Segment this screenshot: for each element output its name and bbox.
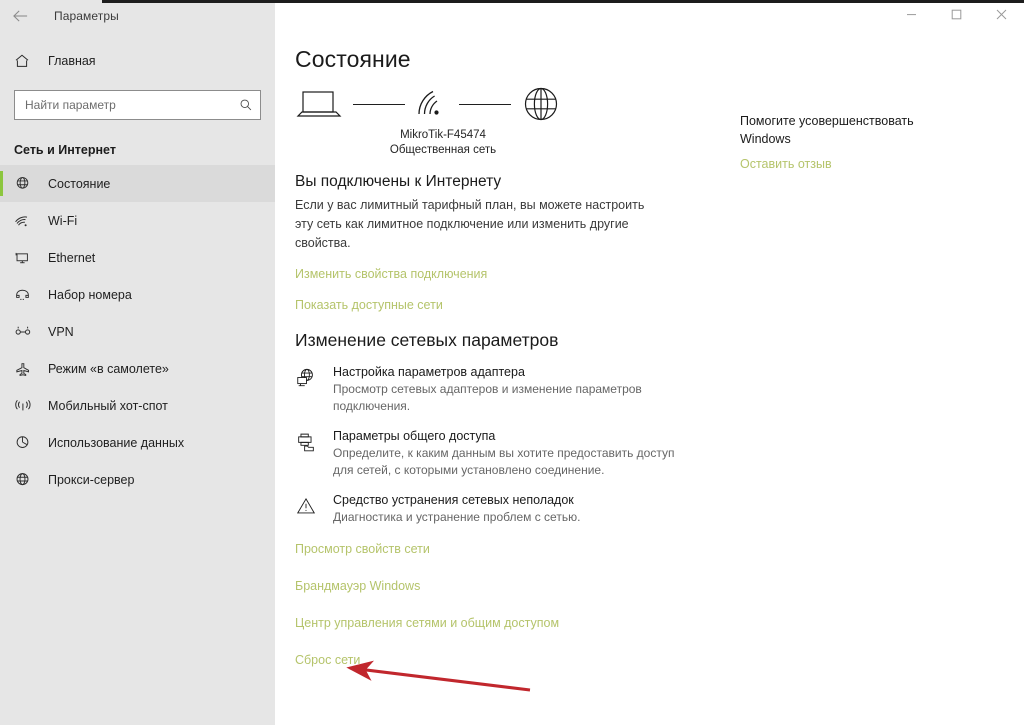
main-column: Состояние MikroTik-F45474 Общественная с… [275,32,705,725]
proxy-globe-icon [14,471,44,488]
minimize-button[interactable] [889,0,934,29]
link-network-reset[interactable]: Сброс сети [295,653,360,667]
sidebar-item-vpn[interactable]: VPN [0,313,275,350]
sidebar-item-label: Использование данных [48,435,185,450]
network-name: MikroTik-F45474 [400,129,486,141]
diagram-caption: MikroTik-F45474 Общественная сеть [343,128,543,158]
setting-adapter-options[interactable]: Настройка параметров адаптера Просмотр с… [295,365,705,415]
diagram-connector-right [459,103,511,105]
close-button[interactable] [979,0,1024,29]
sidebar-item-label: VPN [48,324,74,339]
link-windows-firewall[interactable]: Брандмауэр Windows [295,579,420,593]
sidebar-nav-list: Состояние Wi-Fi Ethernet Набор номера VP… [0,165,275,498]
link-network-sharing-center[interactable]: Центр управления сетями и общим доступом [295,616,559,630]
sidebar-item-data-usage[interactable]: Использование данных [0,424,275,461]
adapter-globe-icon [295,365,333,415]
sidebar-item-label: Набор номера [48,287,132,302]
sidebar-item-airplane-mode[interactable]: Режим «в самолете» [0,350,275,387]
sidebar-item-label: Режим «в самолете» [48,361,169,376]
back-arrow-icon[interactable] [0,0,40,32]
title-bar: Параметры [0,0,1024,32]
globe-icon [521,84,561,124]
sidebar-item-dialup[interactable]: Набор номера [0,276,275,313]
feedback-panel: Помогите усовершенствовать Windows Остав… [705,32,1024,725]
sidebar-item-label: Состояние [48,176,111,191]
search-input[interactable] [15,91,232,119]
sidebar-item-home[interactable]: Главная [0,44,275,78]
window-top-edge [102,0,1024,3]
maximize-button[interactable] [934,0,979,29]
connection-status-description: Если у вас лимитный тарифный план, вы мо… [295,198,645,250]
sharing-printer-icon [295,429,333,479]
dialup-phone-icon [14,287,44,303]
link-view-network-properties[interactable]: Просмотр свойств сети [295,542,430,556]
app-title: Параметры [54,9,119,23]
sidebar-item-label: Мобильный хот-спот [48,398,168,413]
sidebar-home-label: Главная [48,54,96,68]
wifi-icon [14,213,44,229]
setting-title: Параметры общего доступа [333,429,496,443]
connection-status-heading: Вы подключены к Интернету [295,173,502,190]
settings-window: Главная Сеть и Интернет [0,0,1024,725]
page-title: Состояние [295,46,411,72]
main-content: Состояние MikroTik-F45474 Общественная с… [275,0,1024,725]
window-controls [275,0,1024,32]
globe-status-icon [14,175,44,192]
setting-description: Определите, к каким данным вы хотите пре… [333,446,675,477]
bottom-links: Просмотр свойств сети Брандмауэр Windows… [295,542,705,667]
feedback-heading: Помогите усовершенствовать Windows [740,114,914,146]
title-bar-left: Параметры [0,0,275,32]
sidebar-item-ethernet[interactable]: Ethernet [0,239,275,276]
sidebar-item-proxy[interactable]: Прокси-сервер [0,461,275,498]
sidebar-item-label: Wi-Fi [48,213,78,228]
setting-description: Просмотр сетевых адаптеров и изменение п… [333,382,642,413]
search-icon[interactable] [232,91,260,119]
setting-sharing-options[interactable]: Параметры общего доступа Определите, к к… [295,429,705,479]
setting-title: Средство устранения сетевых неполадок [333,493,574,507]
wifi-signal-icon [415,88,449,120]
home-icon [14,53,44,69]
hotspot-icon [14,398,44,414]
change-settings-heading: Изменение сетевых параметров [295,330,559,350]
sidebar-category-title: Сеть и Интернет [14,143,116,157]
sidebar-item-label: Прокси-сервер [48,472,135,487]
network-diagram: MikroTik-F45474 Общественная сеть [295,81,705,161]
setting-title: Настройка параметров адаптера [333,365,525,379]
ethernet-icon [14,250,44,266]
link-change-connection-properties[interactable]: Изменить свойства подключения [295,267,487,281]
sidebar-item-wifi[interactable]: Wi-Fi [0,202,275,239]
sidebar-item-mobile-hotspot[interactable]: Мобильный хот-спот [0,387,275,424]
airplane-icon [14,361,44,377]
search-box[interactable] [14,90,261,120]
link-show-available-networks[interactable]: Показать доступные сети [295,298,443,312]
network-type: Общественная сеть [389,144,497,156]
laptop-icon [295,87,343,121]
setting-network-troubleshooter[interactable]: Средство устранения сетевых неполадок Ди… [295,493,705,526]
vpn-icon [14,324,44,340]
sidebar: Главная Сеть и Интернет [0,0,275,725]
sidebar-item-status[interactable]: Состояние [0,165,275,202]
sidebar-item-label: Ethernet [48,250,96,265]
link-send-feedback[interactable]: Оставить отзыв [740,157,832,171]
warning-triangle-icon [295,493,333,526]
diagram-connector-left [353,103,405,105]
setting-description: Диагностика и устранение проблем с сетью… [333,510,581,524]
data-usage-icon [14,434,44,451]
